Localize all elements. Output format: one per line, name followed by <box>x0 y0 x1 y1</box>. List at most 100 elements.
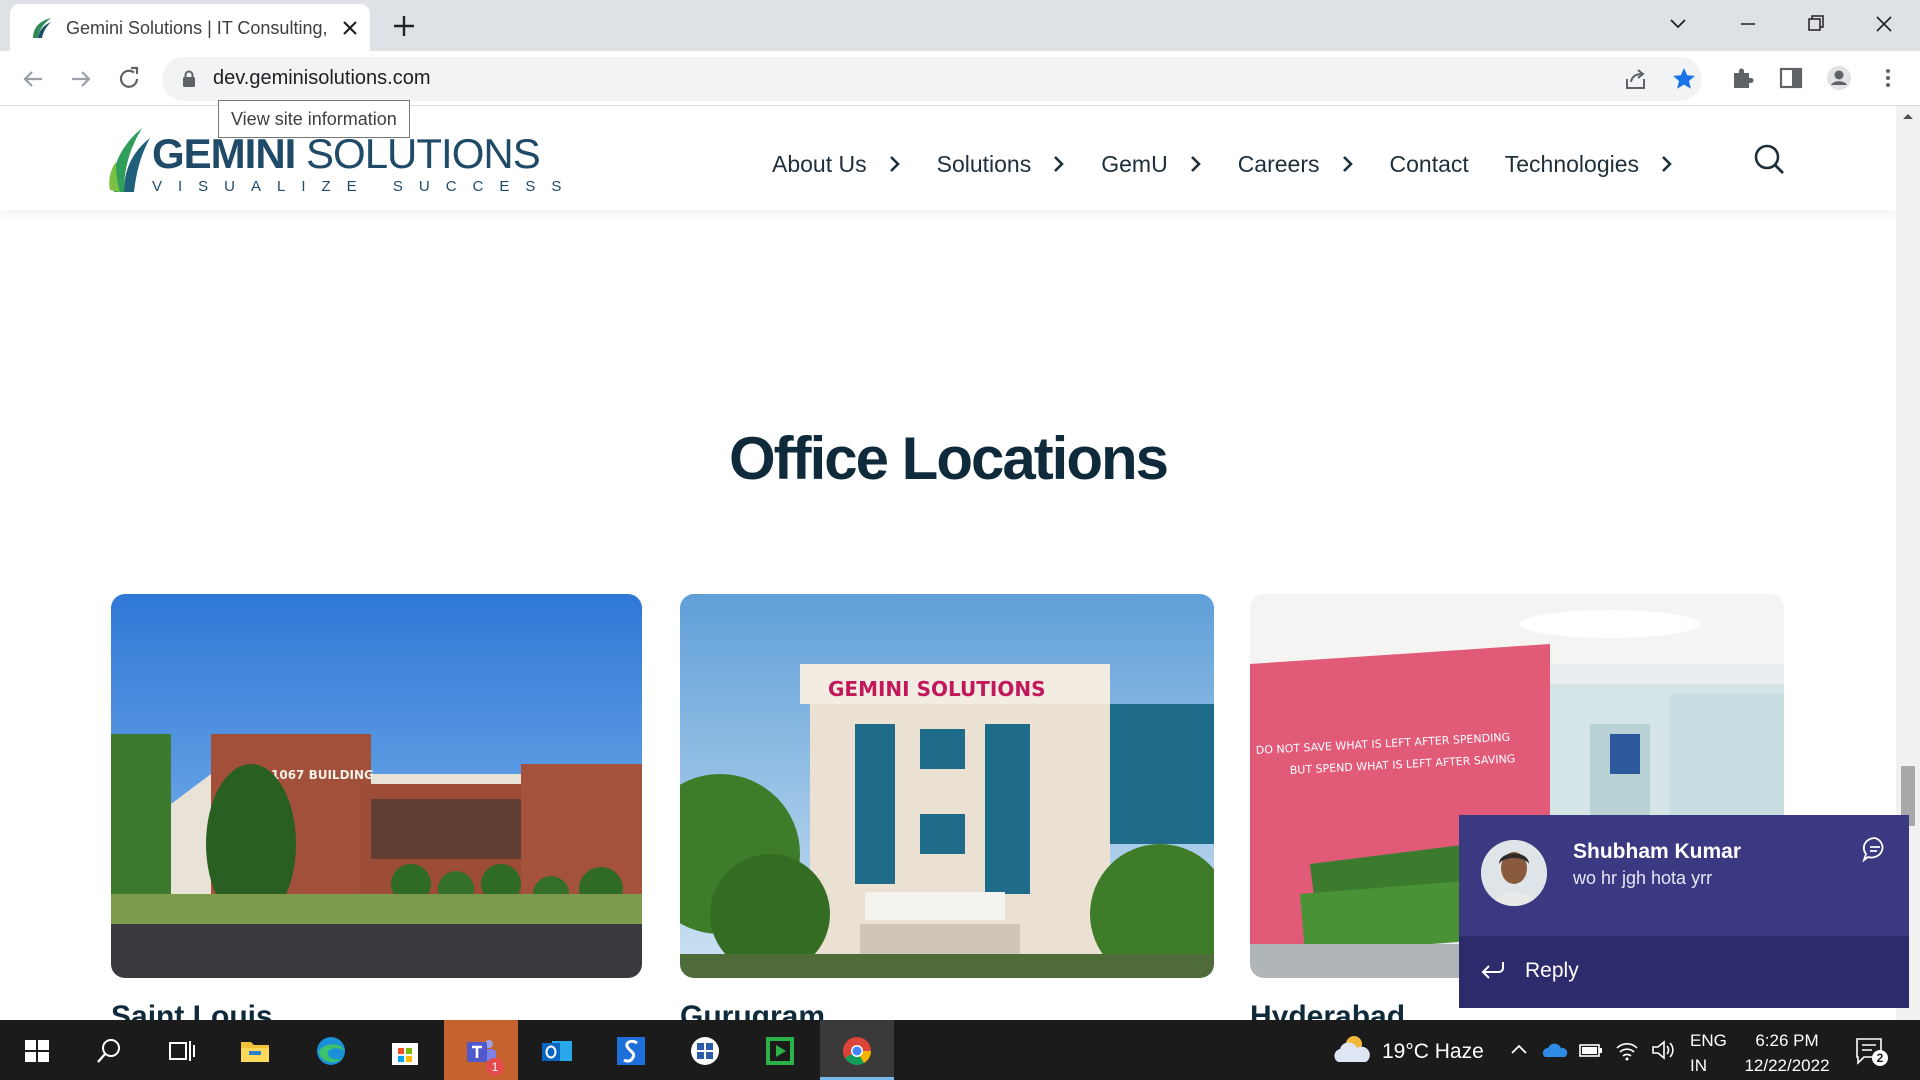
language-indicator[interactable]: ENG IN <box>1690 1028 1727 1078</box>
reload-icon[interactable] <box>114 64 144 94</box>
language-code: ENG <box>1690 1031 1727 1050</box>
lock-icon[interactable] <box>182 70 196 87</box>
file-explorer-icon <box>241 1042 269 1062</box>
browser-tabstrip: Gemini Solutions | IT Consulting, ... <box>0 0 1920 51</box>
site-info-tooltip: View site information <box>218 100 410 138</box>
tab-close-icon[interactable] <box>338 16 362 40</box>
back-icon[interactable] <box>18 64 48 94</box>
edge-button[interactable] <box>294 1020 368 1080</box>
task-view-icon <box>169 1041 195 1061</box>
store-button[interactable] <box>368 1020 442 1080</box>
search-icon <box>97 1039 120 1063</box>
nav-item-label: Solutions <box>936 150 1032 177</box>
battery-icon[interactable] <box>1578 1038 1604 1062</box>
avatar <box>1481 840 1547 906</box>
notification-count: 2 <box>1872 1050 1888 1066</box>
clock-date: 12/22/2022 <box>1744 1056 1830 1075</box>
app-s-icon <box>617 1037 645 1065</box>
browser-toolbar: dev.geminisolutions.com <box>0 51 1920 106</box>
minimize-icon[interactable] <box>1730 8 1766 40</box>
chat-notification-toast[interactable]: Shubham Kumar wo hr jgh hota yrr Reply <box>1459 815 1909 1008</box>
nav-item-label: GemU <box>1101 150 1168 177</box>
taskbar-search-button[interactable] <box>72 1020 146 1080</box>
scroll-up-arrow-icon[interactable] <box>1902 112 1914 120</box>
windows-taskbar: 1 19°C Haze ENG IN 6:26 PM 12/22/2022 2 <box>0 1020 1920 1080</box>
sender-name: Shubham Kumar <box>1573 840 1742 863</box>
chevron-right-icon[interactable] <box>1190 155 1202 173</box>
app-cube-button[interactable] <box>668 1020 742 1080</box>
message-preview: wo hr jgh hota yrr <box>1573 868 1713 888</box>
building-sign-text: GEMINI SOLUTIONS <box>828 677 1045 701</box>
chevron-right-icon[interactable] <box>1661 155 1673 173</box>
office-image-saint-louis[interactable]: 1067 BUILDING <box>111 594 642 978</box>
app-s-button[interactable] <box>594 1020 668 1080</box>
chrome-button[interactable] <box>820 1020 894 1080</box>
store-icon <box>392 1043 418 1065</box>
nav-item-solutions[interactable]: Solutions <box>937 151 1066 178</box>
building-sign-text: 1067 BUILDING <box>271 768 374 782</box>
nav-item-contact[interactable]: Contact <box>1390 151 1469 178</box>
logo-tagline: VISUALIZE SUCCESS <box>152 178 578 195</box>
notification-center-button[interactable]: 2 <box>1854 1036 1888 1066</box>
weather-text[interactable]: 19°C Haze <box>1382 1040 1484 1064</box>
nav-item-label: Contact <box>1389 150 1469 177</box>
volume-icon[interactable] <box>1650 1038 1676 1062</box>
nav-item-label: About Us <box>772 150 867 177</box>
share-icon[interactable] <box>1622 65 1650 93</box>
nav-item-about-us[interactable]: About Us <box>772 151 901 178</box>
weather-cloud-icon[interactable] <box>1330 1032 1374 1068</box>
office-image-gurugram[interactable]: GEMINI SOLUTIONS <box>680 594 1214 978</box>
office-city-gurugram[interactable]: Gurugram <box>680 1000 825 1020</box>
start-button[interactable] <box>0 1020 74 1080</box>
new-tab-icon[interactable] <box>390 12 418 40</box>
restore-icon[interactable] <box>1798 8 1834 40</box>
side-panel-icon[interactable] <box>1777 64 1805 92</box>
tab-search-chevron-icon[interactable] <box>1660 8 1696 40</box>
close-window-icon[interactable] <box>1866 8 1902 40</box>
bookmark-star-icon[interactable] <box>1670 65 1698 93</box>
reply-button[interactable]: Reply <box>1459 936 1909 1008</box>
app-play-button[interactable] <box>743 1020 817 1080</box>
nav-item-label: Technologies <box>1504 150 1640 177</box>
outlook-icon <box>542 1041 572 1061</box>
edge-icon <box>317 1037 345 1065</box>
address-bar[interactable]: dev.geminisolutions.com <box>162 57 1702 101</box>
reply-label: Reply <box>1525 959 1579 982</box>
app-play-icon <box>766 1037 794 1065</box>
region-code: IN <box>1690 1056 1707 1075</box>
extensions-icon[interactable] <box>1729 64 1757 92</box>
browser-menu-icon[interactable] <box>1874 64 1902 92</box>
windows-start-icon <box>25 1040 49 1062</box>
clock-time: 6:26 PM <box>1755 1031 1819 1050</box>
gemini-leaf-logo-icon <box>109 128 150 192</box>
outlook-button[interactable] <box>520 1020 594 1080</box>
url-text[interactable]: dev.geminisolutions.com <box>213 67 431 90</box>
search-icon[interactable] <box>1752 142 1786 176</box>
browser-tab-active[interactable]: Gemini Solutions | IT Consulting, ... <box>10 4 370 51</box>
chat-bubble-icon[interactable] <box>1861 835 1889 863</box>
chevron-right-icon[interactable] <box>1053 155 1065 173</box>
chevron-right-icon[interactable] <box>1342 155 1354 173</box>
system-clock[interactable]: 6:26 PM 12/22/2022 <box>1740 1028 1834 1078</box>
nav-item-gemu[interactable]: GemU <box>1101 151 1201 178</box>
gemini-favicon-icon <box>33 18 51 38</box>
file-explorer-button[interactable] <box>218 1020 292 1080</box>
chrome-icon <box>843 1037 871 1065</box>
onedrive-icon[interactable] <box>1542 1038 1568 1062</box>
office-city-hyderabad[interactable]: Hyderabad <box>1250 1000 1405 1020</box>
teams-button[interactable]: 1 <box>444 1020 518 1080</box>
show-hidden-icons-icon[interactable] <box>1506 1038 1532 1062</box>
app-cube-icon <box>691 1037 719 1065</box>
office-city-saint-louis[interactable]: Saint Louis <box>111 1000 273 1020</box>
main-navigation: About Us Solutions GemU Careers Contact Techn… <box>772 146 1709 182</box>
forward-icon[interactable] <box>66 64 96 94</box>
reply-arrow-icon <box>1481 962 1504 979</box>
tab-title: Gemini Solutions | IT Consulting, ... <box>66 18 331 38</box>
task-view-button[interactable] <box>144 1020 218 1080</box>
wifi-icon[interactable] <box>1614 1038 1640 1062</box>
chevron-right-icon[interactable] <box>889 155 901 173</box>
nav-item-label: Careers <box>1237 150 1320 177</box>
profile-avatar-icon[interactable] <box>1825 64 1853 92</box>
nav-item-technologies[interactable]: Technologies <box>1505 151 1673 178</box>
nav-item-careers[interactable]: Careers <box>1238 151 1354 178</box>
